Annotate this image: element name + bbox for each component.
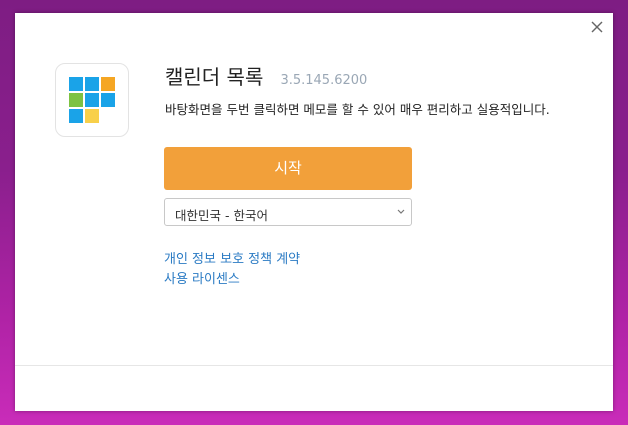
close-icon [591,21,603,33]
language-select[interactable]: 대한민국 - 한국어 [164,198,412,226]
app-name: 캘린더 목록 [165,65,264,89]
language-selected-value: 대한민국 - 한국어 [175,208,268,223]
installer-dialog: 캘린더 목록 3.5.145.6200 바탕화면을 두번 클릭하면 메모를 할 … [15,13,613,411]
start-button[interactable]: 시작 [164,147,412,190]
calendar-grid-icon [69,77,115,123]
legal-links: 개인 정보 보호 정책 계약 사용 라이센스 [164,250,300,290]
close-button[interactable] [589,19,605,35]
chevron-down-icon [397,209,405,214]
app-version: 3.5.145.6200 [280,73,368,88]
title-row: 캘린더 목록 3.5.145.6200 [165,61,367,90]
license-link[interactable]: 사용 라이센스 [164,270,300,290]
app-description: 바탕화면을 두번 클릭하면 메모를 할 수 있어 매우 편리하고 실용적입니다. [165,102,550,117]
app-icon-frame [55,63,129,137]
footer-divider [15,365,613,366]
privacy-policy-link[interactable]: 개인 정보 보호 정책 계약 [164,250,300,270]
